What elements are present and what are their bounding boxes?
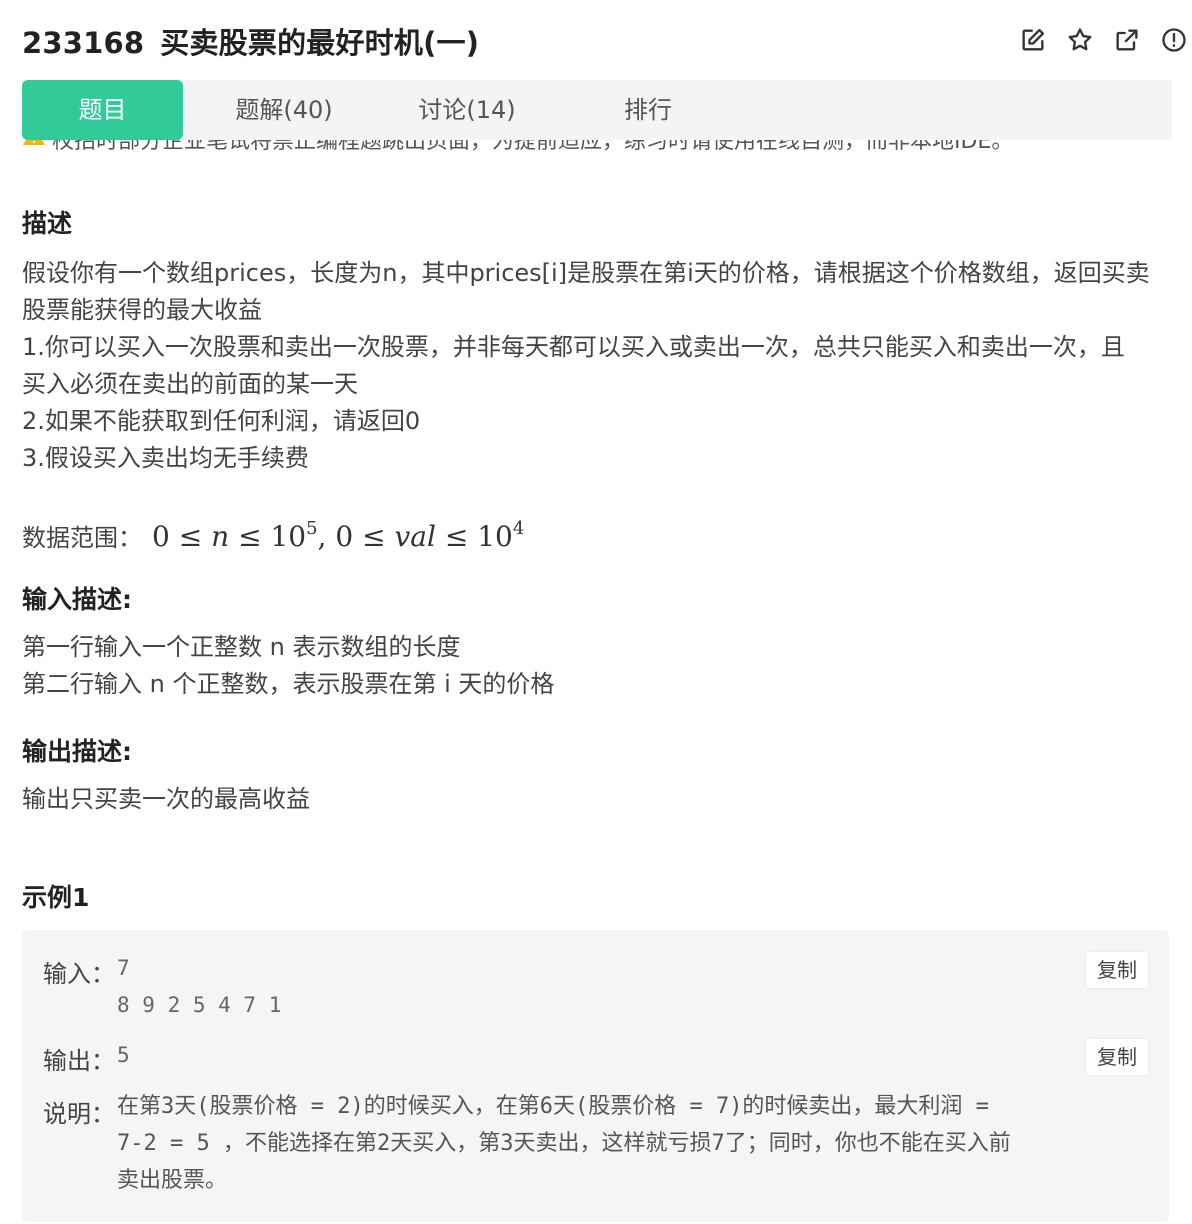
example-output-label: 输出： [43,1047,115,1075]
page-title: 233168 买卖股票的最好时机(一) [22,20,479,62]
example-heading: 示例1 [22,883,90,912]
description-body: 假设你有一个数组prices，长度为n，其中prices[i]是股票在第i天的价… [22,255,1172,477]
data-range-formula: 0 ≤ n ≤ 105, 0 ≤ val ≤ 104 [152,518,525,553]
data-range: 数据范围： 0 ≤ n ≤ 105, 0 ≤ val ≤ 104 [22,510,1172,557]
copy-output-button[interactable]: 复制 [1086,1039,1148,1075]
example-explain-label: 说明： [43,1100,115,1128]
notice-text: 校招时部分企业笔试将禁止编程题跳出页面，为提前适应，练习时请使用在线自测，而非本… [52,140,1014,154]
star-icon[interactable] [1066,26,1094,54]
input-desc-line: 第二行输入 n 个正整数，表示股票在第 i 天的价格 [22,670,555,698]
header: 233168 买卖股票的最好时机(一) [0,0,1192,80]
tab-problem[interactable]: 题目 [22,80,183,140]
description-heading: 描述 [22,209,73,238]
example-output-value: 5 [117,1043,130,1067]
input-desc-heading: 输入描述: [22,585,132,614]
output-desc-line: 输出只买卖一次的最高收益 [22,785,310,813]
problem-page: 233168 买卖股票的最好时机(一) 题目 题解(40) 讨论(14) 排行 … [0,0,1192,1224]
example-input-value: 78 9 2 5 4 7 1 [117,956,282,1017]
edit-icon[interactable] [1019,26,1047,54]
tab-solutions[interactable]: 题解(40) [197,80,371,140]
output-desc-heading: 输出描述: [22,737,132,766]
description-line: 股票能获得的最大收益 [22,296,262,324]
copy-input-button[interactable]: 复制 [1086,952,1148,988]
example-input-label: 输入： [43,960,115,988]
description-line: 3.假设买入卖出均无手续费 [22,444,309,472]
notice-banner: 校招时部分企业笔试将禁止编程题跳出页面，为提前适应，练习时请使用在线自测，而非本… [22,140,1172,168]
description-line: 买入必须在卖出的前面的某一天 [22,370,358,398]
example-explain-text: 在第3天(股票价格 = 2)的时候买入，在第6天(股票价格 = 7)的时候卖出，… [117,1094,1011,1193]
problem-id: 233168 [22,26,145,60]
example-box: 输入： 78 9 2 5 4 7 1 复制 输出： 5 复制 说明： 在第3天(… [22,930,1169,1222]
tab-ranking[interactable]: 排行 [586,80,710,140]
header-actions [1019,26,1188,54]
data-range-label: 数据范围： [22,524,142,552]
input-desc-body: 第一行输入一个正整数 n 表示数组的长度 第二行输入 n 个正整数，表示股票在第… [22,629,1172,703]
report-icon[interactable] [1160,26,1188,54]
input-desc-line: 第一行输入一个正整数 n 表示数组的长度 [22,633,461,661]
description-line: 2.如果不能获取到任何利润，请返回0 [22,407,421,435]
warning-icon [22,140,52,154]
description-line: 1.你可以买入一次股票和卖出一次股票，并非每天都可以买入或卖出一次，总共只能买入… [22,333,1125,361]
output-desc-body: 输出只买卖一次的最高收益 [22,781,1172,818]
problem-title: 买卖股票的最好时机(一) [160,26,480,60]
share-icon[interactable] [1113,26,1141,54]
description-line: 假设你有一个数组prices，长度为n，其中prices[i]是股票在第i天的价… [22,259,1150,287]
tab-discussion[interactable]: 讨论(14) [380,80,554,140]
tab-bar: 题目 题解(40) 讨论(14) 排行 [22,80,1172,140]
